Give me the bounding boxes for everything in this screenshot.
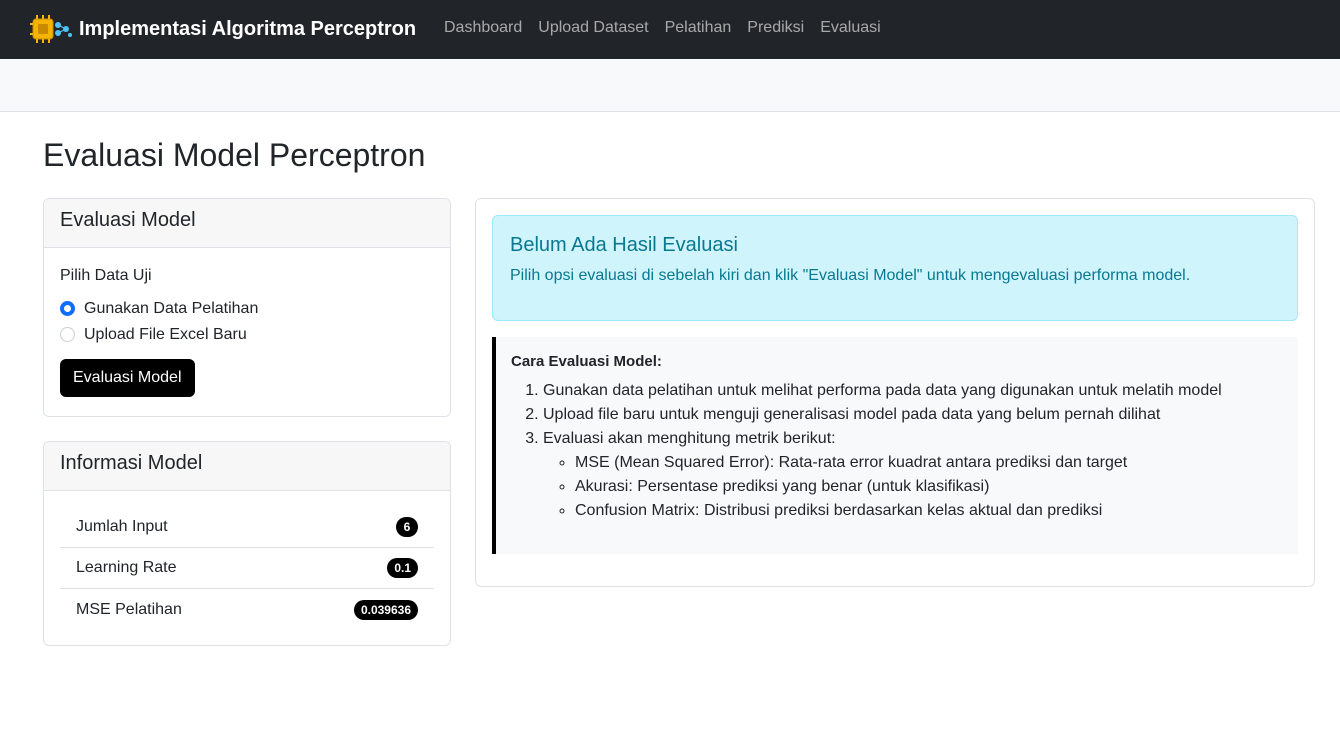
evaluation-card-header: Evaluasi Model: [44, 199, 450, 248]
nav-link-prediksi[interactable]: Prediksi: [739, 18, 812, 38]
sub-header-bar: [0, 59, 1340, 112]
brand-title: Implementasi Algoritma Perceptron: [79, 17, 417, 40]
navbar: Implementasi Algoritma Perceptron Dashbo…: [0, 0, 1340, 59]
evaluation-howto: Cara Evaluasi Model: Gunakan data pelati…: [492, 337, 1298, 554]
evaluation-card-body: Pilih Data Uji Gunakan Data Pelatihan Up…: [44, 248, 450, 413]
page-title: Evaluasi Model Perceptron: [43, 137, 426, 173]
metric-list: MSE (Mean Squared Error): Rata-rata erro…: [543, 451, 1282, 523]
test-data-label: Pilih Data Uji: [60, 267, 152, 284]
info-row-training-mse: MSE Pelatihan 0.039636: [60, 589, 434, 630]
howto-steps: Gunakan data pelatihan untuk melihat per…: [511, 379, 1282, 523]
info-row-learning-rate: Learning Rate 0.1: [60, 548, 434, 589]
model-info-card: Informasi Model Jumlah Input 6 Learning …: [43, 441, 451, 646]
radio-label-training: Gunakan Data Pelatihan: [84, 299, 259, 317]
info-badge: 6: [396, 517, 418, 537]
howto-title: Cara Evaluasi Model:: [511, 353, 662, 370]
navbar-brand[interactable]: Implementasi Algoritma Perceptron: [30, 14, 416, 44]
howto-step: Evaluasi akan menghitung metrik berikut:…: [543, 427, 1282, 523]
metric-item: Akurasi: Persentase prediksi yang benar …: [575, 475, 1282, 499]
alert-title: Belum Ada Hasil Evaluasi: [510, 234, 738, 256]
chip-network-icon: [30, 14, 72, 44]
evaluation-card: Evaluasi Model Pilih Data Uji Gunakan Da…: [43, 198, 451, 417]
model-info-list: Jumlah Input 6 Learning Rate 0.1 MSE Pel…: [44, 491, 450, 630]
evaluate-model-button[interactable]: Evaluasi Model: [60, 359, 195, 397]
evaluation-result-card: Belum Ada Hasil Evaluasi Pilih opsi eval…: [475, 198, 1315, 587]
alert-text: Pilih opsi evaluasi di sebelah kiri dan …: [510, 267, 1191, 284]
radio-use-training-data[interactable]: Gunakan Data Pelatihan: [60, 299, 434, 317]
no-result-alert: Belum Ada Hasil Evaluasi Pilih opsi eval…: [492, 215, 1298, 321]
metric-item: MSE (Mean Squared Error): Rata-rata erro…: [575, 451, 1282, 475]
nav-link-dashboard[interactable]: Dashboard: [436, 18, 530, 38]
nav-links: Dashboard Upload Dataset Pelatihan Predi…: [436, 18, 889, 38]
radio-unchecked-icon[interactable]: [60, 327, 75, 342]
nav-link-upload-dataset[interactable]: Upload Dataset: [530, 18, 656, 38]
radio-checked-icon[interactable]: [60, 301, 75, 316]
info-label: MSE Pelatihan: [76, 600, 182, 618]
nav-link-pelatihan[interactable]: Pelatihan: [657, 18, 740, 38]
metric-item: Confusion Matrix: Distribusi prediksi be…: [575, 499, 1282, 523]
howto-step: Upload file baru untuk menguji generalis…: [543, 403, 1282, 427]
radio-upload-excel[interactable]: Upload File Excel Baru: [60, 325, 434, 343]
info-label: Learning Rate: [76, 559, 177, 576]
info-badge: 0.039636: [353, 599, 418, 620]
model-info-card-header: Informasi Model: [44, 442, 450, 491]
nav-link-evaluasi[interactable]: Evaluasi: [812, 18, 888, 38]
howto-step: Gunakan data pelatihan untuk melihat per…: [543, 379, 1282, 403]
info-label: Jumlah Input: [76, 518, 168, 535]
info-badge: 0.1: [387, 558, 418, 578]
info-row-input-count: Jumlah Input 6: [60, 507, 434, 548]
howto-step-text: Evaluasi akan menghitung metrik berikut:: [543, 430, 836, 447]
radio-label-upload: Upload File Excel Baru: [84, 325, 247, 343]
